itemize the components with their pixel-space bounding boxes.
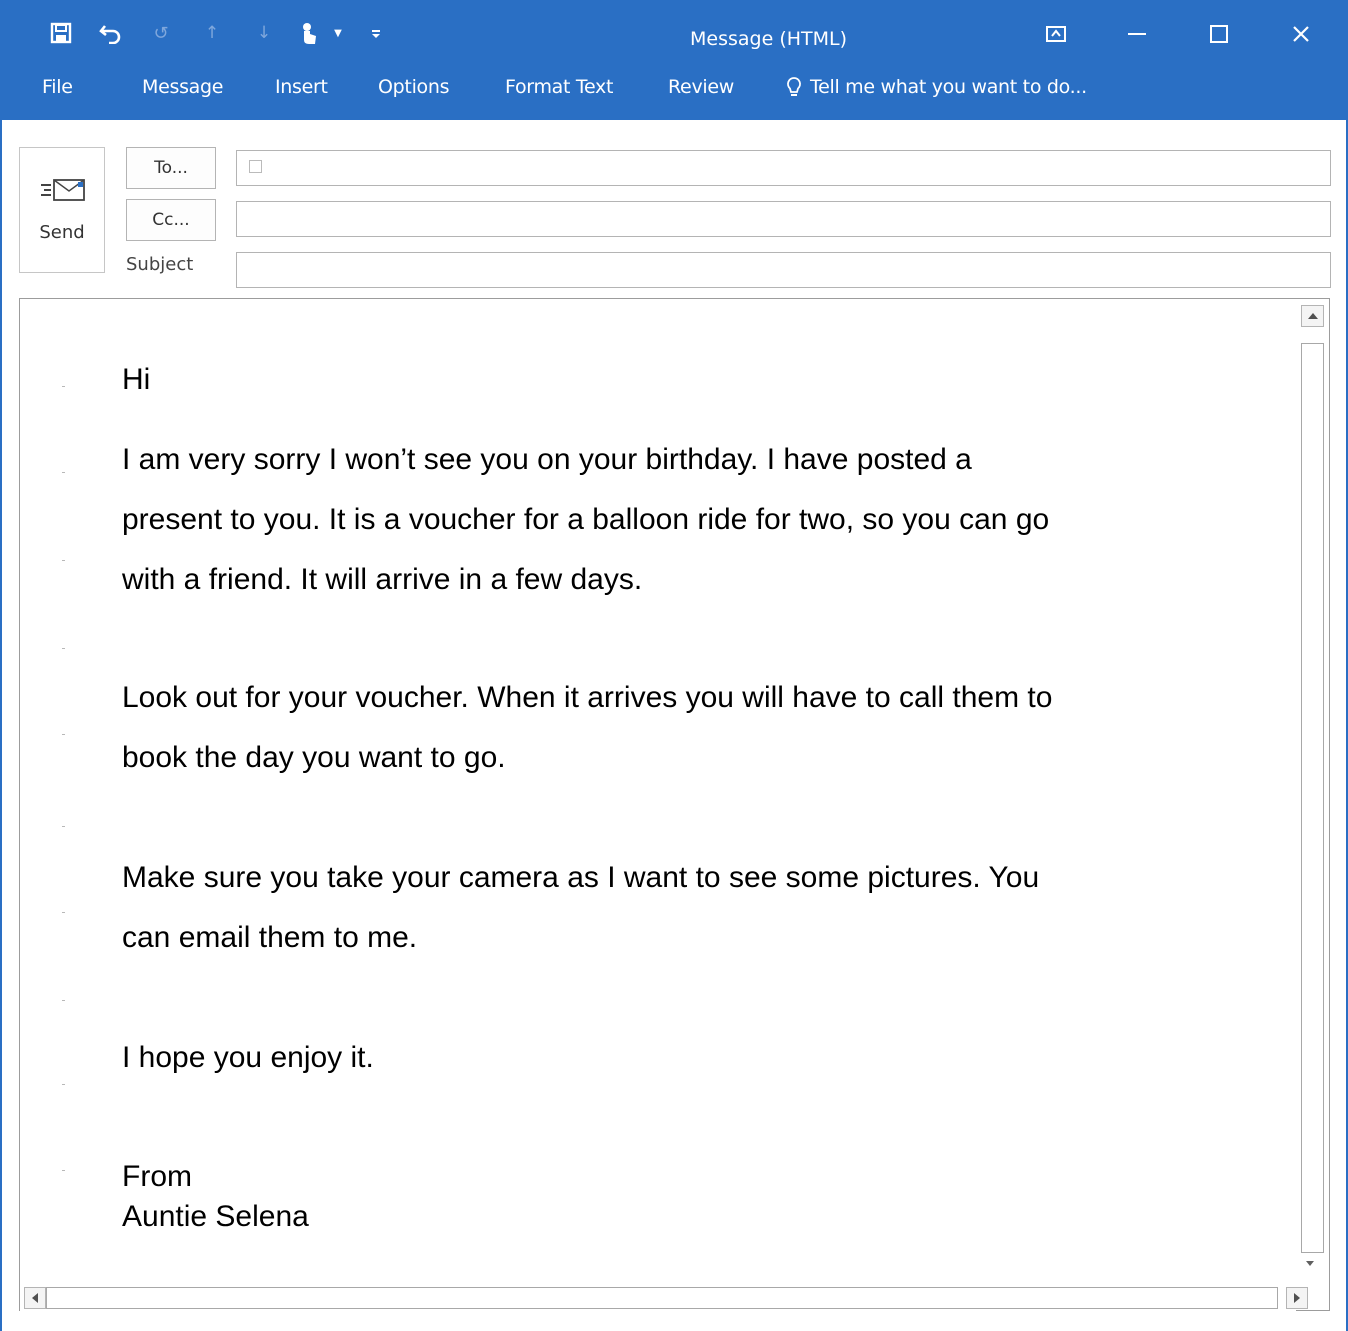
paragraph-mark <box>62 734 65 735</box>
paragraph-mark <box>62 1084 65 1085</box>
subject-field[interactable] <box>236 252 1331 288</box>
tell-me-search[interactable]: Tell me what you want to do... <box>786 76 1087 98</box>
body-greeting: Hi <box>122 363 151 396</box>
to-button[interactable]: To... <box>126 147 216 189</box>
ribbon-display-options-icon[interactable] <box>1033 16 1079 52</box>
arrow-down-icon[interactable]: ↓ <box>250 18 278 48</box>
body-paragraph-4: I hope you enjoy it. <box>122 1041 374 1074</box>
paragraph-mark <box>62 648 65 649</box>
paragraph-mark <box>62 472 65 473</box>
redo-icon[interactable]: ↺ <box>146 18 176 48</box>
to-field[interactable] <box>236 150 1331 186</box>
customize-dropdown-icon[interactable] <box>366 18 386 48</box>
vertical-scrollbar[interactable] <box>1296 299 1329 1277</box>
paragraph-mark <box>62 826 65 827</box>
body-paragraph-1-line-3: with a friend. It will arrive in a few d… <box>122 563 643 596</box>
vertical-scroll-thumb[interactable] <box>1301 343 1324 1253</box>
paragraph-mark <box>62 386 65 387</box>
cc-field[interactable] <box>236 201 1331 237</box>
paragraph-mark <box>62 1000 65 1001</box>
tab-options[interactable]: Options <box>378 76 450 98</box>
tab-insert[interactable]: Insert <box>275 76 328 98</box>
title-bar: ↺ ↑ ↓ ▼ Message (HTML) <box>0 0 1348 64</box>
scroll-up-button[interactable] <box>1301 305 1324 327</box>
touch-mode-icon[interactable] <box>294 18 324 48</box>
body-paragraph-1-line-1: I am very sorry I won’t see you on your … <box>122 443 972 476</box>
subject-input[interactable] <box>237 253 1330 287</box>
scroll-left-button[interactable] <box>24 1287 46 1309</box>
horizontal-scrollbar[interactable] <box>20 1285 1308 1311</box>
maximize-icon[interactable] <box>1196 16 1242 52</box>
tab-message[interactable]: Message <box>142 76 223 98</box>
horizontal-scroll-thumb[interactable] <box>46 1287 1278 1309</box>
send-envelope-icon <box>38 177 86 208</box>
tab-review[interactable]: Review <box>668 76 734 98</box>
body-paragraph-2-line-2: book the day you want to go. <box>122 741 506 774</box>
send-label: Send <box>39 222 85 243</box>
recipient-checkbox-icon <box>249 160 262 173</box>
body-paragraph-2-line-1: Look out for your voucher. When it arriv… <box>122 681 1053 714</box>
body-signoff: From <box>122 1160 192 1193</box>
minimize-icon[interactable] <box>1114 16 1160 52</box>
arrow-up-icon[interactable]: ↑ <box>198 18 226 48</box>
paragraph-mark <box>62 560 65 561</box>
to-input[interactable] <box>237 151 1330 185</box>
send-button[interactable]: Send <box>19 147 105 273</box>
lightbulb-icon <box>786 76 802 98</box>
undo-icon[interactable] <box>94 18 128 48</box>
save-icon[interactable] <box>44 18 78 48</box>
paragraph-mark <box>62 1170 65 1171</box>
tab-format-text[interactable]: Format Text <box>505 76 613 98</box>
body-paragraph-1-line-2: present to you. It is a voucher for a ba… <box>122 503 1050 536</box>
paragraph-mark <box>62 912 65 913</box>
touch-dropdown-icon[interactable]: ▼ <box>330 18 346 48</box>
tell-me-text: Tell me what you want to do... <box>810 76 1087 98</box>
ribbon-tab-bar: File Message Insert Options Format Text … <box>0 64 1348 120</box>
window-title: Message (HTML) <box>690 28 848 50</box>
body-paragraph-3-line-2: can email them to me. <box>122 921 418 954</box>
body-paragraph-3-line-1: Make sure you take your camera as I want… <box>122 861 1040 894</box>
close-icon[interactable] <box>1278 16 1324 52</box>
body-signature: Auntie Selena <box>122 1200 309 1233</box>
cc-input[interactable] <box>237 202 1330 236</box>
cc-button[interactable]: Cc... <box>126 199 216 241</box>
scroll-down-arrow-icon[interactable] <box>1306 1261 1314 1266</box>
tab-file[interactable]: File <box>42 76 73 98</box>
subject-label: Subject <box>126 254 194 275</box>
scroll-right-button[interactable] <box>1286 1287 1308 1309</box>
